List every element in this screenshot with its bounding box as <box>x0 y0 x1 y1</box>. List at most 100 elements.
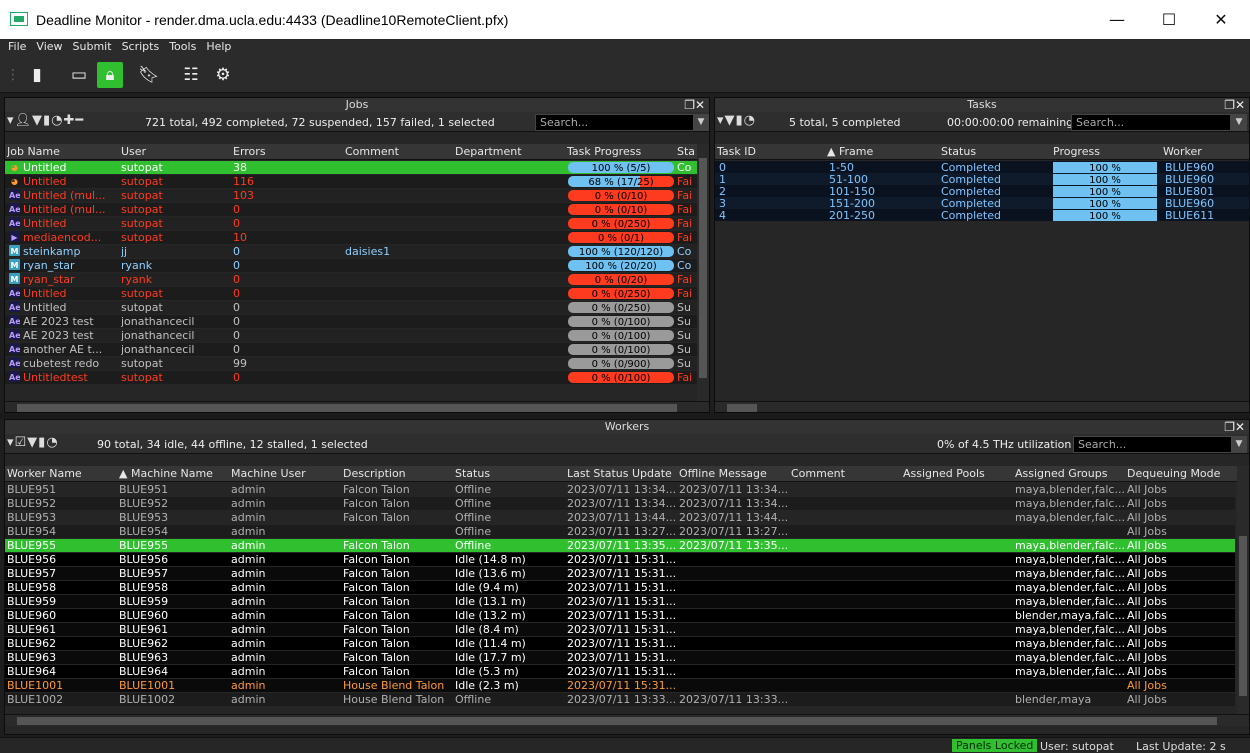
table-row[interactable]: BLUE954 BLUE954 admin Offline 2023/07/11 13:… <box>5 525 1235 538</box>
jobs-search-dropdown[interactable]: ▼ <box>693 114 709 131</box>
table-row[interactable]: BLUE957 BLUE957 admin Falcon Talon Idle (13.… <box>5 567 1235 580</box>
menu-scripts[interactable]: Scripts <box>117 39 165 53</box>
table-row[interactable]: Ae Untitled sutopat 0 0 % (0/250) Fai <box>5 217 697 230</box>
table-row[interactable]: BLUE960 BLUE960 admin Falcon Talon Idle (13.… <box>5 609 1235 622</box>
column-header[interactable]: Task ID <box>717 145 825 158</box>
close-button[interactable]: ✕ <box>1198 6 1244 34</box>
menu-submit[interactable]: Submit <box>68 39 117 53</box>
table-row[interactable]: BLUE953 BLUE953 admin Falcon Talon Offline 20… <box>5 511 1235 524</box>
table-row[interactable]: ◕ Untitled sutopat 38 100 % (5/5) Co <box>5 161 697 174</box>
table-row[interactable]: Ae cubetest redo sutopat 99 0 % (0/900) Su <box>5 357 697 370</box>
column-header[interactable]: Progress <box>1053 145 1161 158</box>
job-errors: 116 <box>233 175 254 188</box>
tasks-search-input[interactable]: Search... <box>1071 114 1231 131</box>
column-header[interactable]: Job Name <box>7 145 117 158</box>
menu-help[interactable]: Help <box>201 39 236 53</box>
table-row[interactable]: BLUE961 BLUE961 admin Falcon Talon Idle (8.4… <box>5 623 1235 636</box>
table-row[interactable]: BLUE1002 BLUE1002 admin House Blend Talon Of… <box>5 693 1235 706</box>
table-row[interactable]: Ae Untitled sutopat 0 0 % (0/250) Su <box>5 301 697 314</box>
table-row[interactable]: BLUE962 BLUE962 admin Falcon Talon Idle (11.… <box>5 637 1235 650</box>
tasks-search-dropdown[interactable]: ▼ <box>1231 114 1247 131</box>
column-header[interactable]: Offline Message <box>679 467 789 480</box>
table-row[interactable]: Ae Untitled sutopat 0 0 % (0/250) Fai <box>5 287 697 300</box>
table-row[interactable]: ▶ mediaencod... sutopat 10 0 % (0/1) Fai <box>5 231 697 244</box>
column-header[interactable]: Worker <box>1163 145 1243 158</box>
table-row[interactable]: BLUE955 BLUE955 admin Falcon Talon Offline 20… <box>5 539 1235 552</box>
table-row[interactable]: BLUE952 BLUE952 admin Falcon Talon Offline 20… <box>5 497 1235 510</box>
table-row[interactable]: Ae AE 2023 test jonathancecil 0 0 % (0/100) S… <box>5 315 697 328</box>
table-row[interactable]: BLUE959 BLUE959 admin Falcon Talon Idle (13.… <box>5 595 1235 608</box>
column-header[interactable]: Worker Name <box>7 467 117 480</box>
tasks-horizontal-scrollbar[interactable] <box>715 401 1249 412</box>
column-header[interactable]: User <box>121 145 231 158</box>
table-row[interactable]: Msteinkamp jj 0 daisies1 100 % (120/120) Co <box>5 245 697 258</box>
column-header[interactable]: Task Progress <box>567 145 675 158</box>
minimize-button[interactable]: — <box>1094 6 1140 34</box>
jobs-vertical-scrollbar[interactable] <box>697 144 709 402</box>
workers-search-dropdown[interactable]: ▼ <box>1231 436 1247 453</box>
column-header[interactable]: Assigned Groups <box>1015 467 1125 480</box>
table-row[interactable]: Ae Untitled (mul... sutopat 103 0 % (0/10) Fa… <box>5 189 697 202</box>
table-row[interactable]: BLUE963 BLUE963 admin Falcon Talon Idle (17.… <box>5 651 1235 664</box>
column-header[interactable]: Last Status Update <box>567 467 677 480</box>
maximize-button[interactable]: ☐ <box>1146 6 1192 34</box>
table-row[interactable]: BLUE964 BLUE964 admin Falcon Talon Idle (5.3… <box>5 665 1235 678</box>
column-header[interactable]: Comment <box>791 467 901 480</box>
table-row[interactable]: 0 1-50 Completed 100 % BLUE960 <box>715 161 1249 174</box>
column-header[interactable]: Machine User <box>231 467 341 480</box>
column-header[interactable]: Description <box>343 467 453 480</box>
job-status: Fai <box>677 217 693 230</box>
panel-float-close-icon[interactable]: ❐✕ <box>684 98 705 112</box>
column-header[interactable]: Assigned Pools <box>903 467 1013 480</box>
column-header[interactable]: ▲ Machine Name <box>119 467 229 480</box>
jobs-horizontal-scrollbar[interactable] <box>5 401 709 412</box>
panel-float-close-icon[interactable]: ❐✕ <box>1224 98 1245 112</box>
column-header[interactable]: Dequeuing Mode <box>1127 467 1227 480</box>
jobs-filter-icons[interactable]: ▾👤︎▼▮◔✚━ <box>7 113 84 128</box>
table-row[interactable]: 4 201-250 Completed 100 % BLUE611 <box>715 209 1249 222</box>
phone-icon[interactable]: ▮ <box>24 62 50 88</box>
bookmark-icon[interactable]: 🔖︎ <box>136 62 162 88</box>
task-progress-label: 0 % (0/250) <box>591 219 651 229</box>
table-row[interactable]: Mryan_star ryank 0 100 % (20/20) Co <box>5 259 697 272</box>
column-header[interactable]: Status <box>455 467 565 480</box>
menu-tools[interactable]: Tools <box>164 39 201 53</box>
table-row[interactable]: BLUE956 BLUE956 admin Falcon Talon Idle (14.… <box>5 553 1235 566</box>
machine-name: BLUE956 <box>119 553 169 566</box>
table-row[interactable]: ◕ Untitled sutopat 116 68 % (17/25) Fai <box>5 175 697 188</box>
table-row[interactable]: BLUE958 BLUE958 admin Falcon Talon Idle (9.4… <box>5 581 1235 594</box>
task-progress-label: 100 % (20/20) <box>585 261 657 271</box>
gear-icon[interactable]: ⚙ <box>210 62 236 88</box>
column-header[interactable]: ▲ Frame <box>827 145 937 158</box>
workers-search-input[interactable]: Search... <box>1073 436 1233 453</box>
table-row[interactable]: Mryan_star ryank 0 0 % (0/20) Fai <box>5 273 697 286</box>
table-row[interactable]: Ae AE 2023 test jonathancecil 0 0 % (0/100) S… <box>5 329 697 342</box>
table-row[interactable]: Ae another AE t... jonathancecil 0 0 % (0/10… <box>5 343 697 356</box>
dequeuing-mode: All Jobs <box>1127 637 1167 650</box>
table-row[interactable]: Ae Untitled (mul... sutopat 0 0 % (0/10) Fai <box>5 203 697 216</box>
column-header[interactable]: Sta <box>677 145 699 158</box>
column-header[interactable]: Comment <box>345 145 455 158</box>
table-row[interactable]: BLUE951 BLUE951 admin Falcon Talon Offline 20… <box>5 483 1235 496</box>
table-row[interactable]: 3 151-200 Completed 100 % BLUE960 <box>715 197 1249 210</box>
window-icon[interactable]: ▭ <box>66 62 92 88</box>
panel-float-close-icon[interactable]: ❐✕ <box>1224 420 1245 434</box>
table-row[interactable]: Ae Untitledtest sutopat 0 0 % (0/100) Fai <box>5 371 697 384</box>
table-row[interactable]: 1 51-100 Completed 100 % BLUE960 <box>715 173 1249 186</box>
panels-locked-badge[interactable]: Panels Locked <box>952 739 1038 752</box>
lock-icon[interactable]: 🔒︎ <box>97 62 123 88</box>
column-header[interactable]: Department <box>455 145 565 158</box>
workers-vertical-scrollbar[interactable] <box>1237 466 1249 714</box>
table-row[interactable]: 2 101-150 Completed 100 % BLUE801 <box>715 185 1249 198</box>
machine-name: BLUE958 <box>119 581 169 594</box>
table-row[interactable]: BLUE1001 BLUE1001 admin House Blend Talon Id… <box>5 679 1235 692</box>
menu-view[interactable]: View <box>31 39 67 53</box>
settings-list-icon[interactable]: ☷ <box>178 62 204 88</box>
menu-file[interactable]: File <box>3 39 31 53</box>
column-header[interactable]: Status <box>941 145 1051 158</box>
workers-filter-icons[interactable]: ▾☑▼▮◔ <box>7 435 59 450</box>
column-header[interactable]: Errors <box>233 145 343 158</box>
workers-horizontal-scrollbar[interactable] <box>5 714 1249 726</box>
jobs-search-input[interactable]: Search... <box>535 114 695 131</box>
tasks-filter-icons[interactable]: ▾▼▮◔ <box>717 113 756 128</box>
